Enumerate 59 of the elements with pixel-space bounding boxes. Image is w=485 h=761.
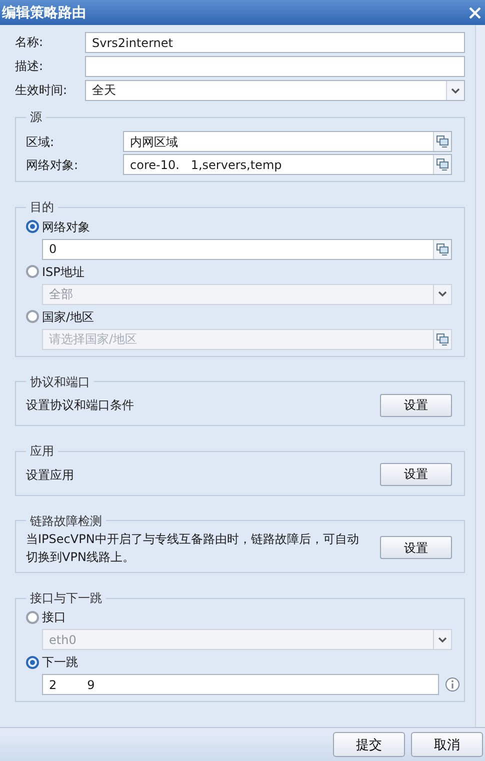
- chevron-down-icon: [451, 88, 460, 94]
- input-field[interactable]: [85, 56, 465, 77]
- cancel-button[interactable]: 取消: [411, 732, 483, 757]
- section-title: 应用: [29, 444, 55, 459]
- field-label: 描述:: [15, 58, 44, 75]
- submit-button[interactable]: 提交: [333, 732, 405, 757]
- picker-button[interactable]: [433, 155, 451, 174]
- radio-button[interactable]: [26, 265, 39, 278]
- field-label: 生效时间:: [15, 82, 68, 99]
- radio-button[interactable]: [26, 610, 39, 624]
- radio-label[interactable]: 网络对象: [42, 220, 90, 234]
- section-title: 协议和端口: [29, 374, 91, 390]
- radio-label[interactable]: 国家/地区: [42, 310, 94, 324]
- input-text[interactable]: 0: [43, 242, 433, 256]
- input-text[interactable]: 全天: [86, 84, 446, 98]
- radio-button[interactable]: [26, 220, 39, 234]
- dropdown-button[interactable]: [446, 81, 464, 100]
- section-title: 源: [29, 110, 43, 124]
- settings-button[interactable]: 设置: [380, 394, 452, 417]
- field-label: 网络对象:: [26, 158, 80, 172]
- input-field[interactable]: 2 9: [42, 674, 439, 696]
- dropdown-field[interactable]: 全天: [85, 80, 465, 101]
- radio-label[interactable]: ISP地址: [42, 264, 84, 279]
- field-label: 区域:: [26, 134, 56, 150]
- section-description: 设置应用: [26, 466, 75, 484]
- settings-button[interactable]: 设置: [380, 463, 452, 486]
- settings-button[interactable]: 设置: [380, 536, 452, 560]
- section-title: 接口与下一跳: [29, 590, 103, 606]
- info-icon: [445, 677, 460, 692]
- section-title: 目的: [29, 200, 55, 215]
- input-text[interactable]: 内网区域: [124, 134, 433, 150]
- monitor-icon: [436, 242, 449, 256]
- field-label: 名称:: [15, 34, 44, 51]
- monitor-icon: [436, 135, 449, 148]
- monitor-icon: [436, 332, 449, 346]
- section-description: 当IPSecVPN中开启了与专线互备路由时，链路故障后，可自动切换到VPN线路上。: [26, 530, 360, 566]
- input-text[interactable]: 2 9: [43, 678, 438, 692]
- monitor-icon: [436, 158, 449, 172]
- radio-label[interactable]: 接口: [42, 610, 66, 625]
- input-field[interactable]: 0: [42, 238, 452, 260]
- chevron-down-icon: [438, 636, 447, 643]
- radio-button[interactable]: [26, 310, 39, 324]
- picker-button[interactable]: [433, 330, 451, 349]
- chevron-down-icon: [438, 291, 447, 298]
- input-field[interactable]: core-10. 1,servers,temp: [123, 154, 452, 176]
- input-text[interactable]: core-10. 1,servers,temp: [124, 158, 433, 172]
- radio-button[interactable]: [26, 656, 39, 669]
- radio-label[interactable]: 下一跳: [42, 655, 78, 670]
- picker-button[interactable]: [433, 132, 451, 152]
- window-title: 编辑策略路由: [2, 4, 86, 22]
- input-text[interactable]: Svrs2internet: [86, 36, 464, 50]
- input-text[interactable]: 请选择国家/地区: [43, 332, 433, 346]
- input-field[interactable]: 内网区域: [123, 131, 452, 152]
- section-description: 设置协议和端口条件: [26, 397, 135, 414]
- input-field[interactable]: Svrs2internet: [85, 32, 465, 53]
- close-icon[interactable]: [469, 6, 481, 18]
- input-field[interactable]: 请选择国家/地区: [42, 328, 452, 350]
- picker-button[interactable]: [433, 240, 451, 259]
- section-title: 链路故障检测: [29, 514, 103, 528]
